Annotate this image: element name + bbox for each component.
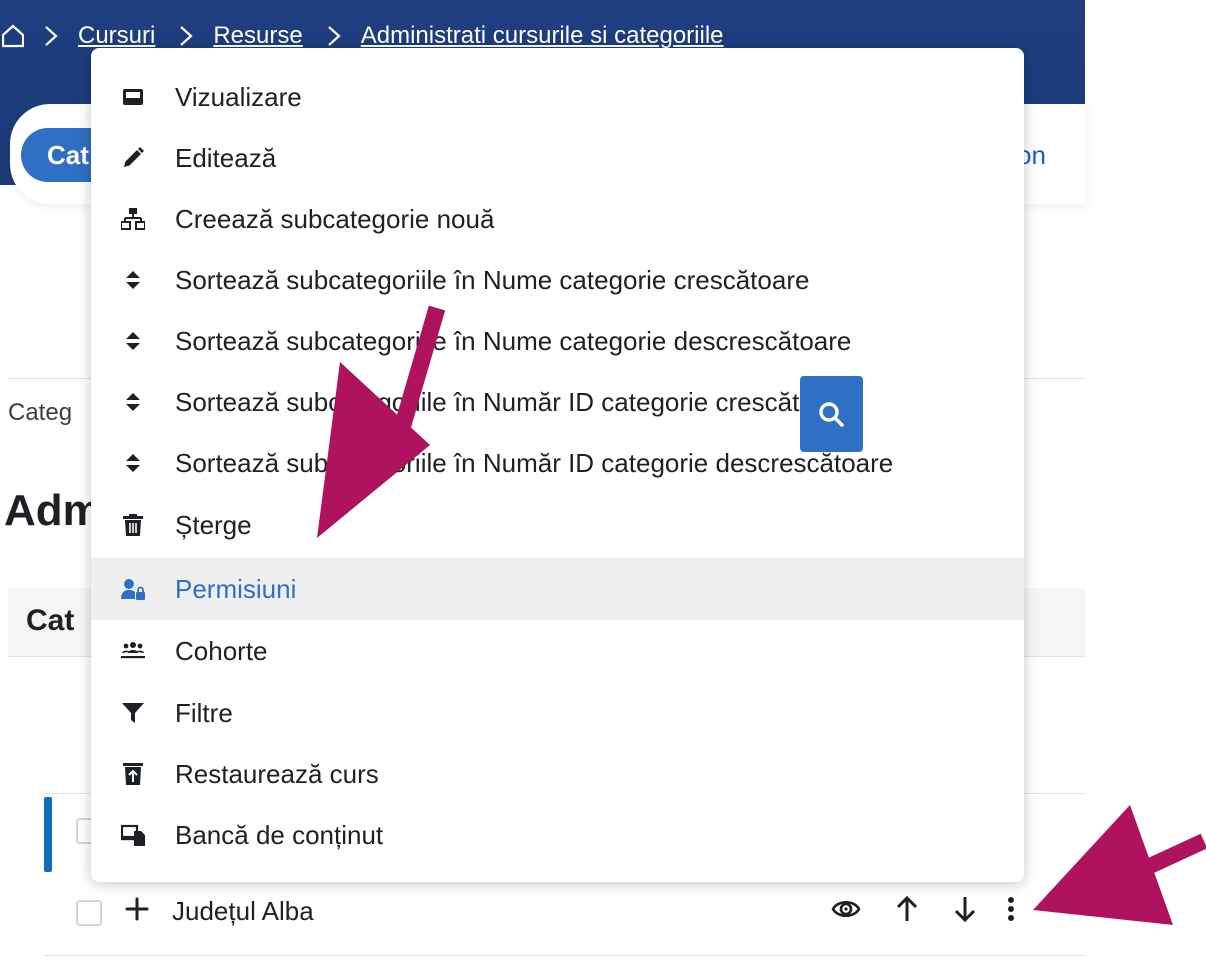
menu-item-sort-name-desc[interactable]: Sortează subcategoriile în Nume categori… [91,310,1024,372]
chevron-right-icon [327,26,341,46]
menu-item-label: Bancă de conținut [175,819,384,850]
content-bank-icon [121,823,145,847]
trash-restore-icon [121,762,145,786]
filter-icon [121,701,145,725]
menu-item-sort-name-asc[interactable]: Sortează subcategoriile în Nume categori… [91,249,1024,311]
sort-icon [121,390,145,414]
menu-item-sort-id-asc[interactable]: Sortează subcategoriile în Număr ID cate… [91,371,1024,433]
home-icon[interactable] [2,24,24,48]
category-actions-menu: Vizualizare Editează Creează subcategori… [91,48,1024,882]
menu-item-view[interactable]: Vizualizare [91,66,1024,128]
menu-item-restore-course[interactable]: Restaurează curs [91,743,1024,805]
menu-item-label: Filtre [175,697,233,728]
menu-item-label: Sortează subcategoriile în Nume categori… [175,325,852,356]
sort-icon [121,268,145,292]
menu-item-label: Cohorte [175,635,268,666]
menu-item-label: Șterge [175,509,252,540]
menu-item-label: Restaurează curs [175,758,379,789]
category-name[interactable]: Județul Alba [172,896,314,927]
sitemap-icon [121,207,145,231]
sort-icon [121,451,145,475]
menu-item-cohorts[interactable]: Cohorte [91,620,1024,682]
menu-item-label: Sortează subcategoriile în Număr ID cate… [175,386,852,417]
menu-item-label: Vizualizare [175,81,302,112]
menu-item-label: Sortează subcategoriile în Număr ID cate… [175,447,894,478]
menu-item-label: Permisiuni [175,573,297,604]
chevron-right-icon [180,26,193,46]
kebab-menu-icon[interactable] [996,894,1026,924]
row-checkbox[interactable] [76,900,102,926]
trash-icon [121,513,145,537]
display-icon [121,85,145,109]
list-accent-bar [44,797,52,872]
divider [44,955,1085,956]
user-lock-icon [121,577,145,601]
breadcrumb-item-cursuri[interactable]: Cursuri [78,22,155,50]
search-button[interactable] [800,376,863,452]
breadcrumb-item-administrare[interactable]: Administrati cursurile si categoriile [361,22,724,50]
pencil-icon [121,146,145,170]
breadcrumb-item-resurse[interactable]: Resurse [213,22,302,50]
menu-item-filters[interactable]: Filtre [91,682,1024,744]
menu-item-label: Creează subcategorie nouă [175,203,495,234]
sort-icon [121,329,145,353]
annotation-arrow-icon [317,305,446,538]
section-title: Cat [26,604,75,637]
users-icon [121,639,145,663]
category-selector-label: Categ [8,399,73,426]
menu-item-edit[interactable]: Editează [91,127,1024,189]
chevron-right-icon [45,26,58,46]
menu-item-delete[interactable]: Șterge [91,494,1024,556]
menu-item-create-subcategory[interactable]: Creează subcategorie nouă [91,188,1024,250]
table-row: Județul Alba [44,878,1085,950]
menu-item-label: Sortează subcategoriile în Nume categori… [175,264,810,295]
annotation-arrow-icon [1033,805,1206,925]
search-icon [819,402,844,427]
page-title: Adm [4,486,102,535]
menu-item-content-bank[interactable]: Bancă de conținut [91,804,1024,866]
eye-icon[interactable] [831,894,861,924]
menu-item-permissions[interactable]: Permisiuni [91,558,1024,620]
expand-plus-icon[interactable] [124,896,150,922]
menu-item-label: Editează [175,142,277,173]
arrow-down-icon[interactable] [950,894,980,924]
arrow-up-icon[interactable] [892,894,922,924]
menu-item-sort-id-desc[interactable]: Sortează subcategoriile în Număr ID cate… [91,432,1024,494]
